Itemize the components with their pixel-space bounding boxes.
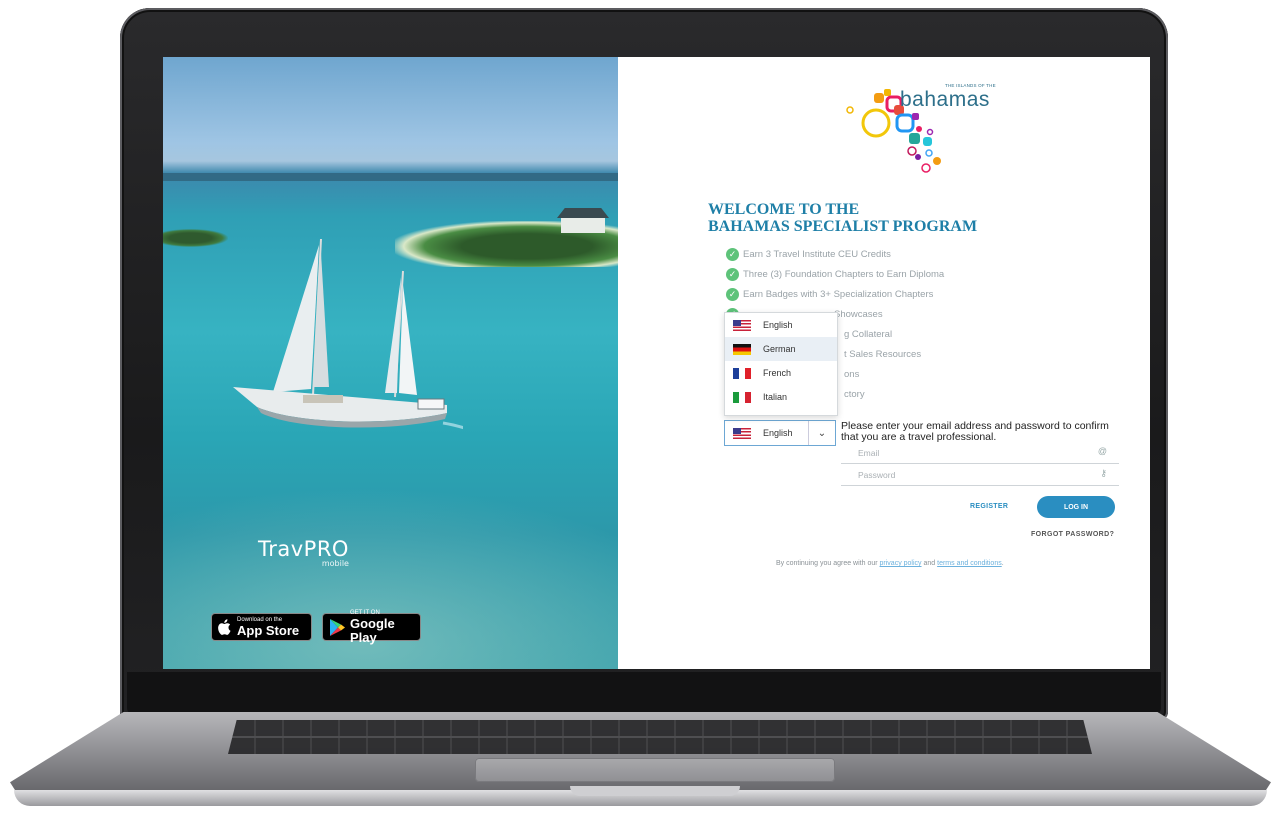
privacy-policy-link[interactable]: privacy policy bbox=[880, 560, 922, 567]
language-dropdown-menu: English German French Italian bbox=[724, 312, 838, 416]
laptop-keyboard bbox=[228, 720, 1092, 754]
laptop-notch bbox=[570, 786, 740, 796]
feature-label: Three (3) Foundation Chapters to Earn Di… bbox=[743, 269, 945, 280]
terms-notice: By continuing you agree with our privacy… bbox=[776, 560, 1004, 567]
language-option-label: English bbox=[763, 320, 793, 330]
apple-icon bbox=[218, 619, 231, 635]
travpro-sub: mobile bbox=[321, 559, 349, 568]
feature-label: Earn Badges with 3+ Specialization Chapt… bbox=[743, 289, 934, 300]
terms-prefix: By continuing you agree with our bbox=[776, 560, 878, 567]
laptop-screen: TravPRO mobile Download on the App Store… bbox=[163, 57, 1150, 669]
email-field[interactable] bbox=[841, 444, 1098, 462]
french-flag-icon bbox=[733, 367, 751, 379]
language-option-label: Italian bbox=[763, 392, 788, 402]
feature-label: Showcases bbox=[834, 309, 883, 320]
login-panel: THE ISLANDS OF THE bahamas WELCOME TO TH… bbox=[618, 57, 1150, 669]
language-option-label: French bbox=[763, 368, 792, 378]
feature-label: Earn 3 Travel Institute CEU Credits bbox=[743, 249, 891, 260]
horizon bbox=[163, 173, 618, 181]
login-button[interactable]: LOG IN bbox=[1037, 496, 1115, 518]
language-selected-label: English bbox=[763, 428, 793, 438]
key-icon: ⚷ bbox=[1100, 468, 1107, 478]
language-option-french[interactable]: French bbox=[725, 361, 837, 385]
check-icon: ✓ bbox=[726, 248, 739, 261]
chevron-down-icon[interactable]: ⌄ bbox=[808, 421, 835, 445]
island-house bbox=[561, 217, 605, 233]
email-field-wrapper: @ bbox=[841, 443, 1119, 464]
feature-item: ✓ Earn 3 Travel Institute CEU Credits bbox=[726, 248, 944, 268]
us-flag-icon bbox=[733, 427, 751, 439]
app-store-badge[interactable]: Download on the App Store bbox=[211, 613, 312, 641]
language-option-english[interactable]: English bbox=[725, 313, 837, 337]
language-select[interactable]: English ⌄ bbox=[724, 420, 836, 446]
language-option-label: German bbox=[763, 344, 796, 354]
welcome-line-2: BAHAMAS SPECIALIST PROGRAM bbox=[708, 218, 978, 235]
check-icon: ✓ bbox=[726, 288, 739, 301]
forgot-password-link[interactable]: FORGOT PASSWORD? bbox=[1031, 531, 1114, 538]
app-store-big: App Store bbox=[237, 622, 300, 638]
feature-label: ons bbox=[844, 369, 860, 380]
german-flag-icon bbox=[733, 343, 751, 355]
google-play-badge[interactable]: GET IT ON Google Play bbox=[322, 610, 421, 644]
check-icon: ✓ bbox=[726, 268, 739, 281]
register-link[interactable]: REGISTER bbox=[970, 503, 1008, 510]
welcome-heading: WELCOME TO THE BAHAMAS SPECIALIST PROGRA… bbox=[708, 201, 977, 235]
google-play-big: Google Play bbox=[350, 615, 395, 645]
laptop-bezel bbox=[127, 672, 1161, 714]
google-play-icon bbox=[330, 618, 345, 636]
language-option-italian[interactable]: Italian bbox=[725, 385, 837, 409]
feature-item: ✓ Three (3) Foundation Chapters to Earn D… bbox=[726, 268, 944, 288]
sailboat-image bbox=[233, 238, 463, 430]
password-field[interactable] bbox=[841, 466, 1098, 484]
feature-item: ✓ Earn Badges with 3+ Specialization Chap… bbox=[726, 288, 944, 308]
us-flag-icon bbox=[733, 319, 751, 331]
travpro-logo: TravPRO mobile bbox=[258, 537, 349, 568]
italian-flag-icon bbox=[733, 391, 751, 403]
language-option-german[interactable]: German bbox=[725, 337, 837, 361]
at-icon: @ bbox=[1097, 446, 1107, 456]
login-instructions: Please enter your email address and pass… bbox=[841, 420, 1109, 443]
feature-label: ctory bbox=[844, 389, 865, 400]
hero-photo: TravPRO mobile Download on the App Store… bbox=[163, 57, 618, 669]
logo-text: bahamas bbox=[900, 88, 990, 111]
password-field-wrapper: ⚷ bbox=[841, 465, 1119, 486]
terms-conditions-link[interactable]: terms and conditions bbox=[937, 560, 1002, 567]
welcome-line-1: WELCOME TO THE bbox=[708, 201, 860, 218]
feature-label: t Sales Resources bbox=[844, 349, 922, 360]
island-left bbox=[163, 229, 228, 247]
travpro-brand: TravPRO bbox=[258, 537, 349, 561]
terms-and: and bbox=[923, 560, 936, 567]
terms-suffix: . bbox=[1001, 560, 1004, 567]
laptop-trackpad bbox=[475, 758, 835, 782]
feature-label: g Collateral bbox=[844, 329, 893, 340]
